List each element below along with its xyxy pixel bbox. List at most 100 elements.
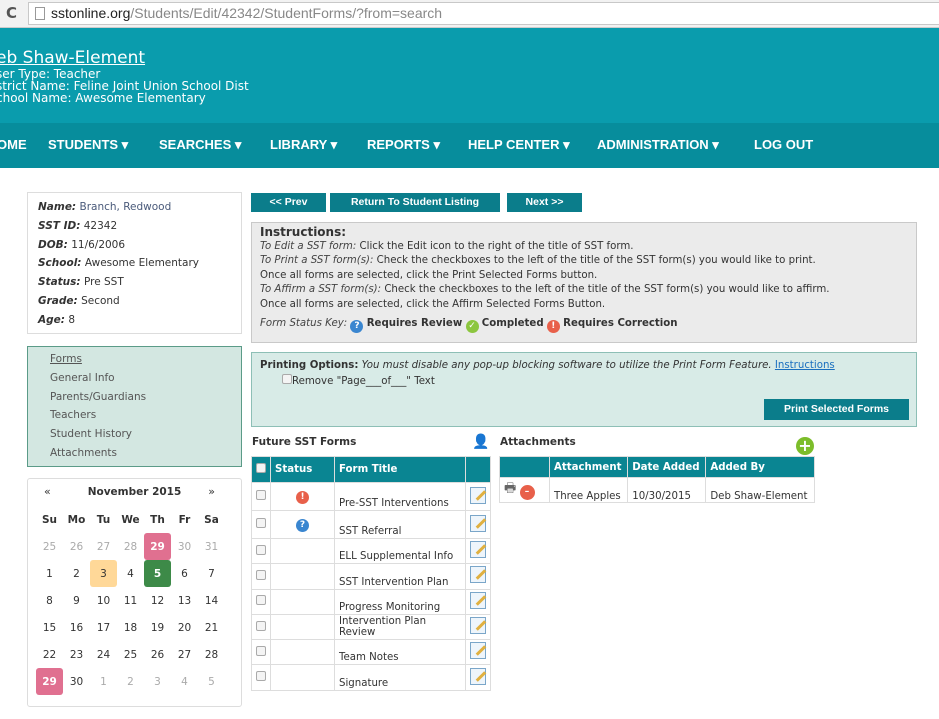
calendar-day[interactable]: 11 [117, 587, 144, 614]
calendar-day[interactable]: 13 [171, 587, 198, 614]
school-name: chool Name: Awesome Elementary [0, 91, 206, 105]
form-select-checkbox[interactable] [256, 544, 266, 555]
calendar-day[interactable]: 27 [171, 641, 198, 668]
calendar-next-button[interactable]: » [208, 485, 215, 498]
instructions-title: Instructions: [260, 225, 347, 239]
side-nav-parents-guardians[interactable]: Parents/Guardians [50, 391, 241, 410]
student-sst-id: SST ID: 42342 [38, 219, 118, 232]
edit-form-icon[interactable] [470, 667, 486, 685]
calendar-day[interactable]: 7 [198, 560, 225, 587]
calendar-day[interactable]: 18 [117, 614, 144, 641]
calendar-day[interactable]: 10 [90, 587, 117, 614]
side-nav-forms[interactable]: Forms [50, 353, 241, 372]
nav-students[interactable]: STUDENTS ▾ [48, 137, 128, 153]
edit-form-icon[interactable] [470, 617, 486, 635]
form-select-checkbox[interactable] [256, 671, 266, 682]
calendar-day[interactable]: 22 [36, 641, 63, 668]
calendar-day[interactable]: 3 [144, 668, 171, 695]
calendar-day[interactable]: 8 [36, 587, 63, 614]
calendar-day[interactable]: 25 [117, 641, 144, 668]
side-nav-teachers[interactable]: Teachers [50, 409, 241, 428]
calendar-day[interactable]: 26 [144, 641, 171, 668]
browser-address-bar: C sstonline.org/Students/Edit/42342/Stud… [0, 0, 939, 28]
form-select-checkbox[interactable] [256, 569, 266, 580]
form-title: SST Referral [334, 510, 466, 539]
form-status-key: Form Status Key: ? Requires Review ✓ Com… [260, 317, 678, 333]
calendar-day[interactable]: 30 [63, 668, 90, 695]
edit-form-icon[interactable] [470, 486, 486, 504]
calendar-day[interactable]: 5 [198, 668, 225, 695]
calendar-day[interactable]: 20 [171, 614, 198, 641]
calendar-day[interactable]: 4 [171, 668, 198, 695]
calendar-day[interactable]: 29 [144, 533, 171, 560]
calendar-day[interactable]: 2 [117, 668, 144, 695]
nav-searches[interactable]: SEARCHES ▾ [159, 137, 241, 153]
assign-user-icon[interactable]: 👤 [472, 434, 489, 452]
attachment-added-by: Deb Shaw-Element [705, 477, 815, 503]
prev-button[interactable]: << Prev [251, 193, 326, 212]
nav-administration[interactable]: ADMINISTRATION ▾ [597, 137, 719, 153]
attachment-name[interactable]: Three Apples [548, 477, 629, 503]
calendar-day[interactable]: 21 [198, 614, 225, 641]
form-select-checkbox[interactable] [256, 518, 266, 528]
calendar-day[interactable]: 1 [90, 668, 117, 695]
calendar-day[interactable]: 3 [90, 560, 117, 587]
calendar-day[interactable]: 14 [198, 587, 225, 614]
calendar-day[interactable]: 16 [63, 614, 90, 641]
calendar-day[interactable]: 4 [117, 560, 144, 587]
calendar-day[interactable]: 9 [63, 587, 90, 614]
form-row: SST Intervention Plan [251, 563, 491, 590]
form-row: Signature [251, 664, 491, 691]
side-nav-general-info[interactable]: General Info [50, 372, 241, 391]
user-name-link[interactable]: eb Shaw-Element [0, 48, 145, 68]
form-select-checkbox[interactable] [256, 645, 266, 656]
calendar-day[interactable]: 17 [90, 614, 117, 641]
remove-page-text-checkbox[interactable] [282, 374, 292, 384]
calendar-day[interactable]: 27 [90, 533, 117, 560]
calendar-day[interactable]: 23 [63, 641, 90, 668]
calendar-day[interactable]: 24 [90, 641, 117, 668]
calendar-day[interactable]: 5 [144, 560, 171, 587]
print-attachment-icon[interactable]: 🖶 [504, 481, 516, 496]
edit-form-icon[interactable] [470, 541, 486, 559]
calendar-day[interactable]: 30 [171, 533, 198, 560]
calendar-day[interactable]: 31 [198, 533, 225, 560]
requires-review-icon: ? [350, 319, 364, 333]
edit-form-icon[interactable] [470, 566, 486, 584]
calendar-day[interactable]: 28 [198, 641, 225, 668]
calendar-day[interactable]: 29 [36, 668, 63, 695]
form-select-checkbox[interactable] [256, 490, 266, 500]
form-title-column-header: Form Title [334, 456, 466, 483]
calendar-day[interactable]: 25 [36, 533, 63, 560]
forms-table: Status Form Title ! Pre-SST Intervention… [251, 456, 491, 691]
edit-form-icon[interactable] [470, 642, 486, 660]
edit-form-icon[interactable] [470, 514, 486, 532]
add-attachment-icon[interactable]: + [796, 437, 814, 455]
edit-form-icon[interactable] [470, 591, 486, 609]
calendar-day[interactable]: 12 [144, 587, 171, 614]
nav-library[interactable]: LIBRARY ▾ [270, 137, 337, 153]
nav-log-out[interactable]: LOG OUT [754, 137, 813, 152]
calendar-day[interactable]: 2 [63, 560, 90, 587]
nav-help-center[interactable]: HELP CENTER ▾ [468, 137, 570, 153]
calendar-day[interactable]: 6 [171, 560, 198, 587]
form-select-checkbox[interactable] [256, 620, 266, 631]
side-nav-attachments[interactable]: Attachments [50, 447, 241, 466]
select-all-checkbox[interactable] [256, 463, 266, 473]
url-field[interactable]: sstonline.org/Students/Edit/42342/Studen… [28, 2, 939, 25]
reload-icon[interactable]: C [6, 4, 17, 22]
nav-reports[interactable]: REPORTS ▾ [367, 137, 440, 153]
calendar-day[interactable]: 15 [36, 614, 63, 641]
next-button[interactable]: Next >> [507, 193, 582, 212]
return-to-student-listing-button[interactable]: Return To Student Listing [330, 193, 500, 212]
calendar-day[interactable]: 19 [144, 614, 171, 641]
side-nav-student-history[interactable]: Student History [50, 428, 241, 447]
nav-home[interactable]: OME [0, 137, 27, 152]
calendar-day[interactable]: 26 [63, 533, 90, 560]
calendar-day[interactable]: 1 [36, 560, 63, 587]
form-select-checkbox[interactable] [256, 595, 266, 606]
print-selected-forms-button[interactable]: Print Selected Forms [764, 399, 909, 420]
print-instructions-link[interactable]: Instructions [775, 360, 835, 371]
calendar-day[interactable]: 28 [117, 533, 144, 560]
delete-attachment-icon[interactable]: – [519, 485, 535, 500]
